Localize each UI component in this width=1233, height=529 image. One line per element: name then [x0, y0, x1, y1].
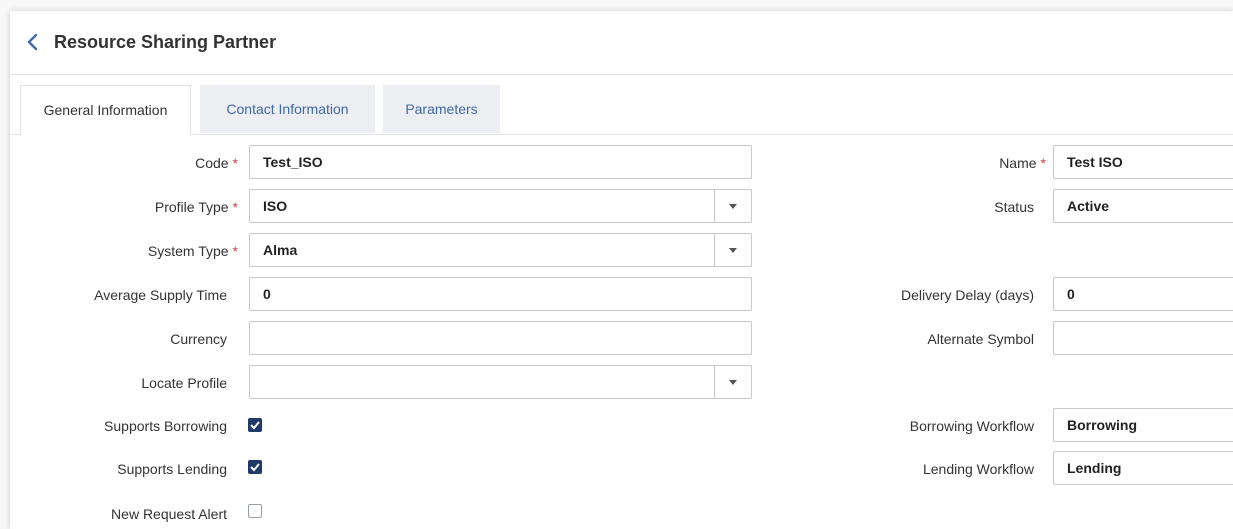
supports-borrowing-label: Supports Borrowing [104, 418, 227, 434]
profile-type-select[interactable]: ISO [249, 189, 752, 223]
borrowing-workflow-label: Borrowing Workflow [909, 418, 1034, 434]
currency-label: Currency [170, 331, 227, 347]
resource-sharing-partner-panel: Resource Sharing Partner General Informa… [10, 11, 1233, 529]
locate-profile-select[interactable] [249, 365, 752, 399]
code-field[interactable]: Test_ISO [249, 145, 752, 179]
back-arrow-icon[interactable] [22, 31, 44, 53]
chevron-down-icon [729, 380, 737, 385]
tab-general-information[interactable]: General Information [20, 85, 191, 136]
page-title: Resource Sharing Partner [54, 32, 277, 52]
delivery-delay-label: Delivery Delay (days) [900, 287, 1034, 303]
alternate-symbol-label: Alternate Symbol [927, 331, 1034, 347]
locate-profile-label: Locate Profile [141, 375, 227, 391]
average-supply-time-field[interactable]: 0 [249, 277, 752, 311]
required-asterisk: * [232, 243, 238, 259]
name-label: Name * [999, 155, 1046, 171]
chevron-down-icon [729, 248, 737, 253]
lending-workflow-label: Lending Workflow [922, 461, 1034, 477]
tab-contact-information[interactable]: Contact Information [200, 85, 375, 133]
required-asterisk: * [232, 155, 238, 171]
page-header: Resource Sharing Partner [10, 11, 1233, 75]
supports-borrowing-checkbox[interactable] [248, 418, 262, 432]
required-asterisk: * [232, 199, 238, 215]
system-type-value: Alma [263, 242, 298, 258]
status-select[interactable]: Active [1053, 189, 1233, 223]
name-field[interactable]: Test ISO [1053, 145, 1233, 179]
required-asterisk: * [1040, 155, 1046, 171]
new-request-alert-checkbox[interactable] [248, 504, 262, 518]
system-type-select[interactable]: Alma [249, 233, 752, 267]
tab-parameters[interactable]: Parameters [383, 85, 500, 133]
tab-bar: General Information Contact Information … [10, 85, 1233, 136]
delivery-delay-field[interactable]: 0 [1053, 277, 1233, 311]
lending-workflow-select[interactable]: Lending [1053, 451, 1233, 485]
currency-field[interactable] [249, 321, 752, 355]
system-type-label: System Type * [147, 243, 238, 259]
code-label: Code * [195, 155, 238, 171]
supports-lending-checkbox[interactable] [248, 460, 262, 474]
average-supply-time-label: Average Supply Time [94, 287, 227, 303]
new-request-alert-label: New Request Alert [111, 506, 227, 522]
chevron-down-icon [729, 204, 737, 209]
supports-lending-label: Supports Lending [117, 461, 227, 477]
status-label: Status [994, 199, 1034, 215]
alternate-symbol-field[interactable] [1053, 321, 1233, 355]
borrowing-workflow-select[interactable]: Borrowing [1053, 408, 1233, 442]
profile-type-label: Profile Type * [154, 199, 238, 215]
profile-type-value: ISO [263, 198, 288, 214]
